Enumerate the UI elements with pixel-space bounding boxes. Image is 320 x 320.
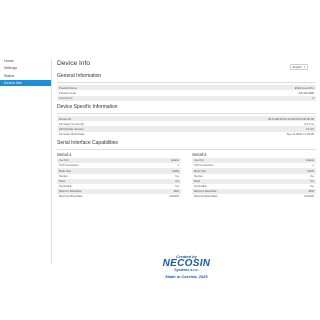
row-value: 4 <box>177 164 179 168</box>
table-row: Maximum Baud Rate 1000000 <box>192 194 316 199</box>
row-label: Mask <box>59 179 65 183</box>
row-label: Use Port <box>59 159 69 163</box>
row-value: Yes <box>309 185 314 189</box>
sidebar-item-status[interactable]: Status <box>0 73 51 79</box>
row-label: Device ID <box>59 116 72 121</box>
row-label: Mask <box>194 179 200 183</box>
row-value: Yes <box>174 174 179 178</box>
row-value: 1000000 <box>169 195 179 199</box>
row-label: Number <box>194 174 203 178</box>
row-label: Buffer Size <box>194 169 207 173</box>
row-value: Yes <box>174 185 179 189</box>
row-value: ESConnect Pro <box>294 85 314 90</box>
row-value: 9600 <box>308 190 314 194</box>
general-section-title: General Information <box>57 73 102 79</box>
row-label: Number <box>59 174 68 178</box>
brand-subtitle: Systems s.r.o. <box>174 268 199 272</box>
row-value: Yes <box>309 179 314 183</box>
serial-port-1: Serial-1 Use Port Enable TCP Connections 4… <box>57 152 181 200</box>
row-value: 1000000 <box>304 195 314 199</box>
row-value: 00:11:E8:00:00:10:00:00:00:00:00:00 <box>268 116 314 121</box>
row-value: 32000 <box>307 169 314 173</box>
row-value: 32000 <box>172 169 179 173</box>
footer: Created by NECOSIN Systems s.r.o. Made i… <box>57 254 316 279</box>
row-label: Product Code <box>59 90 77 95</box>
language-select-value: English <box>292 65 302 69</box>
table-row: Comments 0 <box>57 95 316 101</box>
main-content: Device Info English ▾ General Information… <box>57 58 316 200</box>
general-section-header: General Information <box>57 73 316 83</box>
row-label: Termination <box>194 185 207 189</box>
table-row: Firmware Build Date Sep 11 2024 17:04:48 <box>57 132 316 137</box>
row-label: TCP Connections <box>194 164 214 168</box>
row-value: ES-WLNMB <box>298 90 314 95</box>
made-in-text: Made in Czechia, 2025 <box>165 274 208 279</box>
row-label: Buffer Size <box>59 169 72 173</box>
row-value: Sep 11 2024 17:04:48 <box>286 132 314 137</box>
sidebar-item-home[interactable]: Home <box>0 58 51 64</box>
row-value: 4 <box>312 164 314 168</box>
language-select[interactable]: English ▾ <box>289 64 308 70</box>
specific-section-title: Device Specific Information <box>57 103 118 110</box>
row-value: 0 <box>312 96 314 101</box>
specific-section-header: Device Specific Information <box>57 104 316 114</box>
sidebar-item-device-info[interactable]: Device Info <box>0 80 51 87</box>
serial-section-title: Serial Interface Capabilities <box>57 140 118 147</box>
table-row: Maximum Baud Rate 1000000 <box>57 194 181 199</box>
row-label: Minimum Baud Rate <box>194 190 217 194</box>
chevron-down-icon: ▾ <box>303 66 305 69</box>
row-label: TCP Connections <box>59 164 79 168</box>
row-label: Firmware Version(s) <box>59 121 85 126</box>
page-title: Device Info <box>57 60 90 67</box>
serial-port-table: Use Port Enable TCP Connections 4 Buffer S… <box>57 158 181 200</box>
row-value: V1.0.0 <box>305 127 314 132</box>
sidebar: Home Settings Status Device Info <box>0 58 52 264</box>
page-header: Device Info English ▾ <box>57 58 316 72</box>
row-label: Maximum Baud Rate <box>59 195 83 199</box>
row-label: Comments <box>59 96 73 101</box>
serial-port-table: Use Port Enable TCP Connections 4 Buffer S… <box>192 158 316 200</box>
row-label: HW Module Version <box>59 127 84 132</box>
row-value: Yes <box>309 174 314 178</box>
row-value: 9600 <box>173 190 179 194</box>
row-label: Use Port <box>194 159 204 163</box>
row-value: Yes <box>174 179 179 183</box>
specific-info-table: Device ID 00:11:E8:00:00:10:00:00:00:00:0… <box>57 115 316 137</box>
sidebar-item-settings[interactable]: Settings <box>0 65 51 71</box>
serial-interfaces: Serial-1 Use Port Enable TCP Connections 4… <box>57 152 316 200</box>
row-value: Enable <box>306 159 314 163</box>
row-label: Firmware Build Date <box>59 132 85 137</box>
row-label: Minimum Baud Rate <box>59 190 82 194</box>
row-label: Termination <box>59 185 72 189</box>
serial-section-header: Serial Interface Capabilities <box>57 140 316 151</box>
row-value: 0.5.1.11 <box>304 121 314 126</box>
row-label: Product Name <box>59 85 77 90</box>
row-value: Enable <box>171 159 179 163</box>
row-label: Maximum Baud Rate <box>194 195 218 199</box>
serial-port-2: Serial-2 Use Port Enable TCP Connections 4… <box>192 152 316 200</box>
general-info-table: Product Name ESConnect Pro Product Code ES… <box>57 85 316 101</box>
